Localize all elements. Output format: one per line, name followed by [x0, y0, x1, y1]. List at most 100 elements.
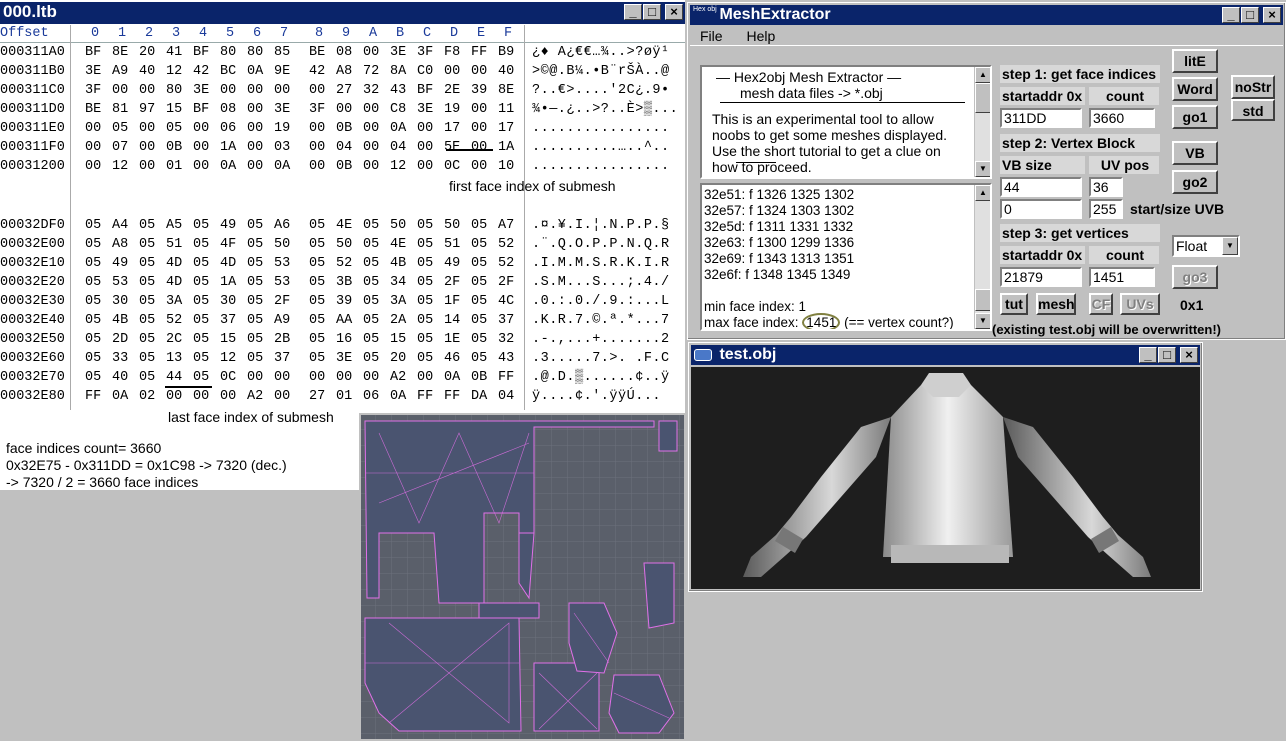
hex-byte[interactable]: 05 [309, 216, 331, 235]
hex-byte[interactable]: 05 [309, 292, 331, 311]
hex-byte[interactable]: 05 [417, 235, 439, 254]
hex-byte[interactable]: 00 [274, 368, 296, 387]
hex-byte[interactable]: 13 [166, 349, 188, 368]
hex-byte[interactable]: 00 [85, 157, 107, 176]
hex-byte[interactable]: 00 [85, 119, 107, 138]
hex-byte[interactable]: 1A [220, 273, 242, 292]
hex-byte[interactable]: 05 [193, 349, 215, 368]
hex-byte[interactable]: 05 [309, 330, 331, 349]
hex-byte[interactable]: 00 [471, 100, 493, 119]
hex-byte[interactable]: 0A [390, 387, 412, 406]
vb-button[interactable]: VB [1172, 141, 1218, 165]
hex-byte[interactable]: 00 [336, 368, 358, 387]
minimize-icon[interactable]: _ [1222, 7, 1240, 23]
hex-byte[interactable]: FF [471, 43, 493, 62]
uvb-start-input[interactable]: 0 [1000, 199, 1082, 219]
hex-byte[interactable]: 05 [471, 292, 493, 311]
hex-byte[interactable]: BF [85, 43, 107, 62]
hex-byte[interactable]: 06 [220, 119, 242, 138]
hex-byte[interactable]: 00 [309, 157, 331, 176]
hex-byte[interactable]: 05 [247, 330, 269, 349]
hex-byte[interactable]: 5E [444, 138, 466, 157]
hex-byte[interactable]: 05 [85, 235, 107, 254]
hex-byte[interactable]: 2F [274, 292, 296, 311]
hex-byte[interactable]: 30 [112, 292, 134, 311]
obj-title-bar[interactable]: test.obj _ □ × [691, 345, 1200, 365]
hex-byte[interactable]: 3E [193, 81, 215, 100]
hex-byte[interactable]: 05 [139, 273, 161, 292]
hex-byte[interactable]: 05 [193, 235, 215, 254]
hex-byte[interactable]: 05 [417, 292, 439, 311]
hex-byte[interactable]: 00 [193, 138, 215, 157]
hex-byte[interactable]: 39 [471, 81, 493, 100]
hex-byte[interactable]: 52 [498, 254, 520, 273]
hex-byte[interactable]: 00 [193, 119, 215, 138]
hex-row[interactable]: 00032DF0 05 A4 05 A5 05 49 05 A6 05 4E 05 50 05 50 05 A7… [0, 216, 685, 235]
hex-byte[interactable]: 1A [220, 138, 242, 157]
maximize-icon[interactable]: □ [1241, 7, 1259, 23]
hex-byte[interactable]: 8E [112, 43, 134, 62]
hex-byte[interactable]: 3B [336, 273, 358, 292]
hex-byte[interactable]: 05 [193, 368, 215, 387]
hex-byte[interactable]: 3E [417, 100, 439, 119]
hex-byte[interactable]: 2A [390, 311, 412, 330]
hex-byte[interactable]: 00 [247, 100, 269, 119]
hex-byte[interactable]: 00 [363, 100, 385, 119]
hex-byte[interactable]: 00 [417, 157, 439, 176]
hex-byte[interactable]: 00 [247, 138, 269, 157]
hex-byte[interactable]: 17 [498, 119, 520, 138]
hex-byte[interactable]: F8 [444, 43, 466, 62]
hex-byte[interactable]: 05 [85, 292, 107, 311]
startaddr3-input[interactable]: 21879 [1000, 267, 1082, 287]
hex-byte[interactable]: 03 [274, 138, 296, 157]
hex-byte[interactable]: 4E [390, 235, 412, 254]
hex-byte[interactable]: 27 [309, 387, 331, 406]
hex-byte[interactable]: 05 [417, 349, 439, 368]
hex-byte[interactable]: 05 [309, 349, 331, 368]
hex-row[interactable]: 00032E00 05 A8 05 51 05 4F 05 50 05 50 05 4E 05 51 05 52… [0, 235, 685, 254]
hex-byte[interactable]: 85 [274, 43, 296, 62]
hex-byte[interactable]: 0B [336, 119, 358, 138]
hex-byte[interactable]: 12 [112, 157, 134, 176]
hex-byte[interactable]: 80 [166, 81, 188, 100]
hex-byte[interactable]: 05 [309, 311, 331, 330]
hex-byte[interactable]: A5 [166, 216, 188, 235]
go3-button[interactable]: go3 [1172, 265, 1218, 289]
hex-byte[interactable]: 43 [498, 349, 520, 368]
hex-byte[interactable]: FF [85, 387, 107, 406]
hex-byte[interactable]: 3F [309, 100, 331, 119]
hex-byte[interactable]: 00 [471, 157, 493, 176]
hex-byte[interactable]: 00 [247, 157, 269, 176]
count3-input[interactable]: 1451 [1089, 267, 1155, 287]
hex-byte[interactable]: 3A [390, 292, 412, 311]
hex-row[interactable]: 00032E70 05 40 05 44 05 0C 00 00 00 00 00 A2 00 0A 0B FF… [0, 368, 685, 387]
hex-byte[interactable]: 0C [220, 368, 242, 387]
hex-byte[interactable]: FF [417, 387, 439, 406]
hex-row[interactable]: 00031200 00 12 00 01 00 0A 00 0A 00 0B 00 12 00 0C 00 10… [0, 157, 685, 176]
hex-byte[interactable]: 49 [112, 254, 134, 273]
hex-byte[interactable]: 97 [139, 100, 161, 119]
hex-byte[interactable]: 2B [274, 330, 296, 349]
hex-byte[interactable]: 3E [85, 62, 107, 81]
count1-input[interactable]: 3660 [1089, 108, 1155, 128]
hex-byte[interactable]: 52 [336, 254, 358, 273]
go2-button[interactable]: go2 [1172, 170, 1218, 194]
hex-byte[interactable]: 05 [309, 235, 331, 254]
hex-byte[interactable]: 05 [139, 349, 161, 368]
hex-byte[interactable]: 00 [193, 157, 215, 176]
hex-row[interactable]: 00032E60 05 33 05 13 05 12 05 37 05 3E 05 20 05 46 05 43… [0, 349, 685, 368]
hex-byte[interactable]: 05 [139, 254, 161, 273]
hex-byte[interactable]: 05 [471, 349, 493, 368]
hex-byte[interactable]: 9E [274, 62, 296, 81]
hex-byte[interactable]: A8 [336, 62, 358, 81]
hex-byte[interactable]: C0 [417, 62, 439, 81]
hex-byte[interactable]: 05 [85, 273, 107, 292]
hex-byte[interactable]: 05 [309, 273, 331, 292]
hex-byte[interactable]: 00 [417, 119, 439, 138]
hex-byte[interactable]: 51 [444, 235, 466, 254]
hex-byte[interactable]: 37 [274, 349, 296, 368]
hex-byte[interactable]: FF [444, 387, 466, 406]
hex-byte[interactable]: 80 [247, 43, 269, 62]
hex-byte[interactable]: 80 [220, 43, 242, 62]
hex-byte[interactable]: 4D [166, 273, 188, 292]
